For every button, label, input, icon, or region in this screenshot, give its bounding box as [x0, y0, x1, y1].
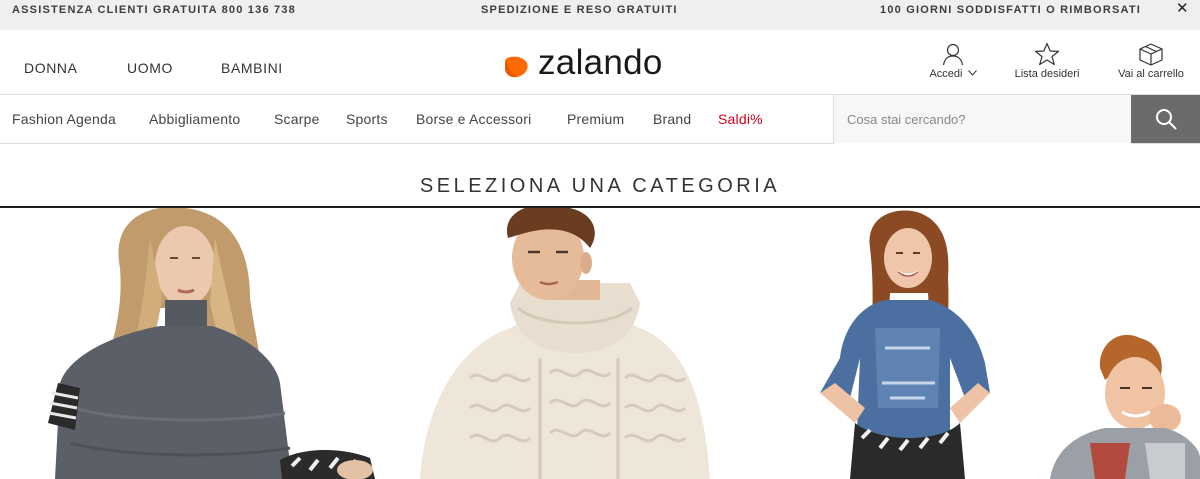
star-icon — [1034, 42, 1060, 66]
main-header: DONNA UOMO BAMBINI zalando Accedi Lista … — [0, 30, 1200, 95]
free-shipping-text: SPEDIZIONE E RESO GRATUITI — [481, 4, 678, 16]
zalando-logo-icon — [505, 56, 528, 78]
nav-fashion-agenda[interactable]: Fashion Agenda — [12, 111, 116, 127]
category-images — [0, 208, 1200, 479]
search-input[interactable] — [834, 95, 1132, 143]
nav-premium[interactable]: Premium — [567, 111, 624, 127]
man-cream-cable-knit-turtleneck-photo[interactable] — [400, 208, 800, 479]
category-nav: Fashion Agenda Abbigliamento Scarpe Spor… — [0, 95, 1200, 144]
close-icon[interactable]: ✕ — [1176, 1, 1189, 17]
nav-sports[interactable]: Sports — [346, 111, 388, 127]
login-button[interactable]: Accedi — [922, 42, 984, 80]
customer-service-text: ASSISTENZA CLIENTI GRATUITA 800 136 738 — [12, 4, 296, 16]
logo-text: zalando — [538, 43, 663, 82]
search-icon — [1156, 109, 1177, 130]
search-box — [833, 95, 1132, 144]
cart-box-icon — [1139, 43, 1163, 66]
wishlist-button[interactable]: Lista desideri — [1004, 42, 1090, 80]
cart-button[interactable]: Vai al carrello — [1106, 42, 1196, 80]
chevron-down-icon — [967, 70, 977, 76]
section-title: SELEZIONA UNA CATEGORIA — [419, 175, 781, 197]
user-icon — [942, 43, 964, 66]
money-back-text: 100 GIORNI SODDISFATTI O RIMBORSATI — [880, 4, 1142, 16]
nav-uomo[interactable]: UOMO — [127, 60, 173, 76]
nav-abbigliamento[interactable]: Abbigliamento — [149, 111, 240, 127]
login-label: Accedi — [929, 68, 963, 80]
nav-brand[interactable]: Brand — [653, 111, 691, 127]
nav-scarpe[interactable]: Scarpe — [274, 111, 320, 127]
nav-borse-accessori[interactable]: Borse e Accessori — [416, 111, 531, 127]
search-button[interactable] — [1131, 95, 1200, 143]
nav-donna[interactable]: DONNA — [24, 60, 78, 76]
cart-label: Vai al carrello — [1118, 68, 1184, 80]
woman-grey-knit-vest-photo[interactable] — [0, 208, 400, 479]
wishlist-label: Lista desideri — [1014, 68, 1080, 80]
nav-bambini[interactable]: BAMBINI — [221, 60, 283, 76]
girl-and-boy-photo[interactable] — [800, 208, 1200, 479]
service-bar: ASSISTENZA CLIENTI GRATUITA 800 136 738 … — [0, 0, 1200, 30]
nav-saldi[interactable]: Saldi% — [718, 111, 763, 127]
